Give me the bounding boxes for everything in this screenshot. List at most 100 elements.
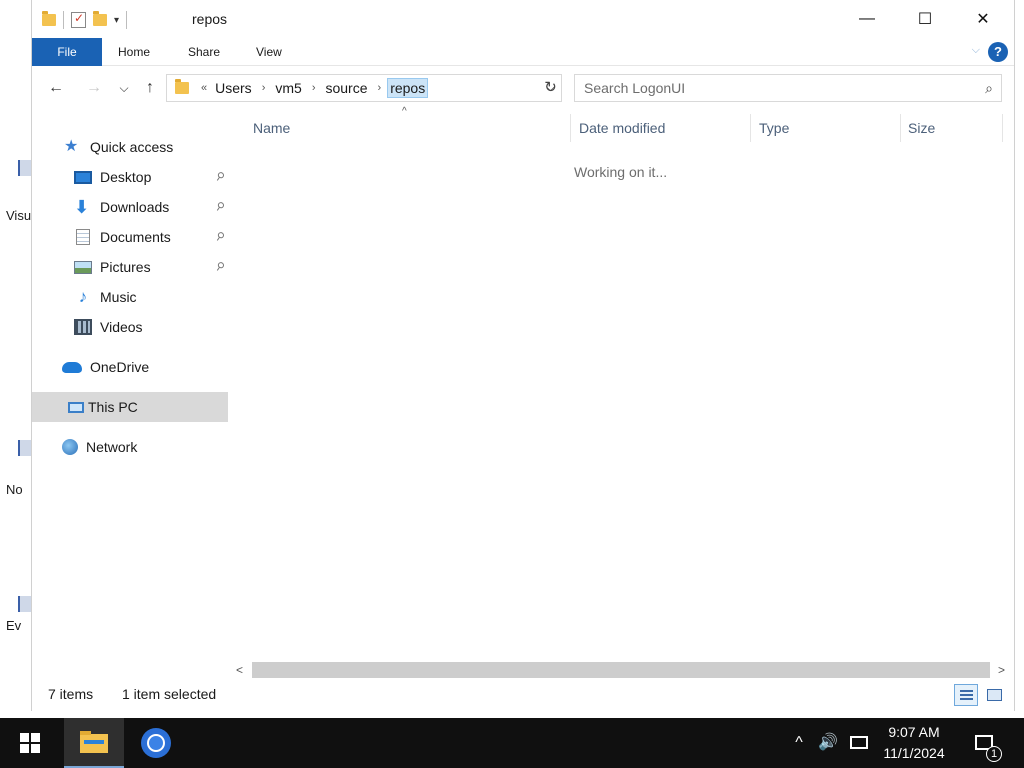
refresh-button[interactable]: ↻ xyxy=(540,74,562,102)
up-button[interactable]: ↑ xyxy=(138,78,162,98)
search-input[interactable]: Search LogonUI ⌕ xyxy=(574,74,1002,102)
breadcrumb-item[interactable]: Users xyxy=(215,80,252,96)
tab-view[interactable]: View xyxy=(242,38,296,66)
nav-item-network[interactable]: Network xyxy=(32,432,228,462)
breadcrumb-overflow[interactable]: « xyxy=(201,82,207,94)
desktop-app-icon[interactable] xyxy=(18,440,32,456)
nav-item-quick-access[interactable]: ★ Quick access xyxy=(32,132,228,162)
details-view-button[interactable] xyxy=(954,684,978,706)
forward-button[interactable]: → xyxy=(82,78,106,98)
video-icon xyxy=(74,319,92,335)
pin-icon[interactable]: ⚲ xyxy=(213,229,227,244)
desktop-app-icon[interactable] xyxy=(18,596,32,612)
volume-icon[interactable]: 🔊 xyxy=(816,718,840,768)
large-icons-view-button[interactable] xyxy=(982,684,1006,706)
nav-item-label: Pictures xyxy=(100,259,151,275)
taskbar: ^ 🔊 9:07 AM 11/1/2024 1 xyxy=(0,718,1024,768)
pin-icon[interactable]: ⚲ xyxy=(213,199,227,214)
title-bar: ▾ repos — ☐ ✕ xyxy=(32,0,1014,38)
computer-icon xyxy=(68,401,84,413)
desktop-icon-label: Ev xyxy=(6,618,22,633)
nav-item-label: This PC xyxy=(88,399,138,415)
recent-locations-button[interactable]: ⌵ xyxy=(112,78,136,98)
breadcrumb-item-current[interactable]: repos xyxy=(387,78,429,98)
nav-item-label: Quick access xyxy=(90,139,174,155)
help-icon[interactable]: ? xyxy=(988,42,1008,62)
column-divider[interactable] xyxy=(750,114,751,142)
column-header-name[interactable]: Name xyxy=(253,116,290,140)
tab-file[interactable]: File xyxy=(32,38,102,66)
clock-time: 9:07 AM xyxy=(888,724,940,740)
nav-item-videos[interactable]: Videos xyxy=(32,312,228,342)
properties-icon[interactable] xyxy=(71,11,86,28)
pin-icon[interactable]: ⚲ xyxy=(213,259,227,274)
download-icon: ⬇ xyxy=(74,197,90,217)
scroll-left-button[interactable]: < xyxy=(236,660,243,680)
taskbar-file-explorer[interactable] xyxy=(64,718,124,768)
column-divider[interactable] xyxy=(570,114,571,142)
new-folder-icon[interactable] xyxy=(93,11,107,26)
breadcrumb-separator[interactable]: › xyxy=(312,82,316,94)
large-icons-view-icon xyxy=(987,689,1002,701)
minimize-button[interactable]: — xyxy=(838,0,896,38)
pin-icon[interactable]: ⚲ xyxy=(213,169,227,184)
nav-item-music[interactable]: ♪ Music xyxy=(32,282,228,312)
column-divider[interactable] xyxy=(900,114,901,142)
status-bar: 7 items 1 item selected xyxy=(32,682,1014,710)
column-header-type[interactable]: Type xyxy=(759,116,789,140)
ribbon: File Home Share View ⌵ ? xyxy=(32,38,1014,66)
nav-item-label: Music xyxy=(100,289,137,305)
folder-icon xyxy=(42,11,56,26)
clock-date: 11/1/2024 xyxy=(883,745,945,761)
desktop-icon-label: Visu xyxy=(6,208,32,223)
tab-home[interactable]: Home xyxy=(104,38,164,66)
maximize-button[interactable]: ☐ xyxy=(896,0,954,38)
tab-share[interactable]: Share xyxy=(174,38,234,66)
breadcrumb-separator[interactable]: › xyxy=(378,82,382,94)
nav-item-this-pc[interactable]: This PC xyxy=(32,392,228,422)
column-header-date-modified[interactable]: Date modified xyxy=(579,116,665,140)
scroll-right-button[interactable]: > xyxy=(998,660,1005,680)
desktop-icon xyxy=(74,170,92,184)
divider xyxy=(126,11,128,29)
file-list[interactable]: ^ Name Date modified Type Size Working o… xyxy=(232,106,1014,660)
column-divider[interactable] xyxy=(1002,114,1003,142)
back-button[interactable]: ← xyxy=(44,78,68,98)
nav-item-downloads[interactable]: ⬇ Downloads ⚲ xyxy=(32,192,228,222)
nav-item-label: Videos xyxy=(100,319,143,335)
details-view-icon xyxy=(960,690,973,701)
music-icon: ♪ xyxy=(78,287,88,306)
nav-item-desktop[interactable]: Desktop ⚲ xyxy=(32,162,228,192)
divider xyxy=(63,11,64,29)
nav-item-documents[interactable]: Documents ⚲ xyxy=(32,222,228,252)
nav-item-label: Network xyxy=(86,439,138,455)
column-header-size[interactable]: Size xyxy=(908,116,935,140)
cloud-icon xyxy=(62,361,82,373)
address-bar[interactable]: « Users › vm5 › source › repos ⌵ xyxy=(166,74,562,102)
taskbar-clock[interactable]: 9:07 AM 11/1/2024 xyxy=(872,722,956,764)
network-icon xyxy=(62,439,78,455)
desktop-app-icon[interactable] xyxy=(18,160,32,176)
breadcrumb-item[interactable]: vm5 xyxy=(275,80,301,96)
nav-item-onedrive[interactable]: OneDrive xyxy=(32,352,228,382)
close-button[interactable]: ✕ xyxy=(954,0,1012,38)
breadcrumb-item[interactable]: source xyxy=(325,80,367,96)
sort-ascending-icon: ^ xyxy=(402,106,407,117)
network-status-icon[interactable] xyxy=(846,718,872,768)
start-button[interactable] xyxy=(0,718,60,768)
breadcrumb-separator[interactable]: › xyxy=(262,82,266,94)
loading-message: Working on it... xyxy=(574,164,668,180)
show-hidden-icons-button[interactable]: ^ xyxy=(786,718,812,768)
nav-item-label: OneDrive xyxy=(90,359,150,375)
nav-item-label: Downloads xyxy=(100,199,170,215)
taskbar-chrome[interactable] xyxy=(126,718,186,768)
scrollbar-thumb[interactable] xyxy=(252,662,990,678)
search-placeholder: Search LogonUI xyxy=(584,80,686,96)
horizontal-scrollbar[interactable]: < > xyxy=(232,660,1014,680)
search-icon[interactable]: ⌕ xyxy=(985,75,993,101)
nav-item-pictures[interactable]: Pictures ⚲ xyxy=(32,252,228,282)
quick-access-toolbar: ▾ xyxy=(42,10,128,30)
customize-toolbar-dropdown[interactable]: ▾ xyxy=(114,15,119,26)
expand-ribbon-icon[interactable]: ⌵ xyxy=(972,44,980,57)
action-center-button[interactable]: 1 xyxy=(966,718,1002,768)
